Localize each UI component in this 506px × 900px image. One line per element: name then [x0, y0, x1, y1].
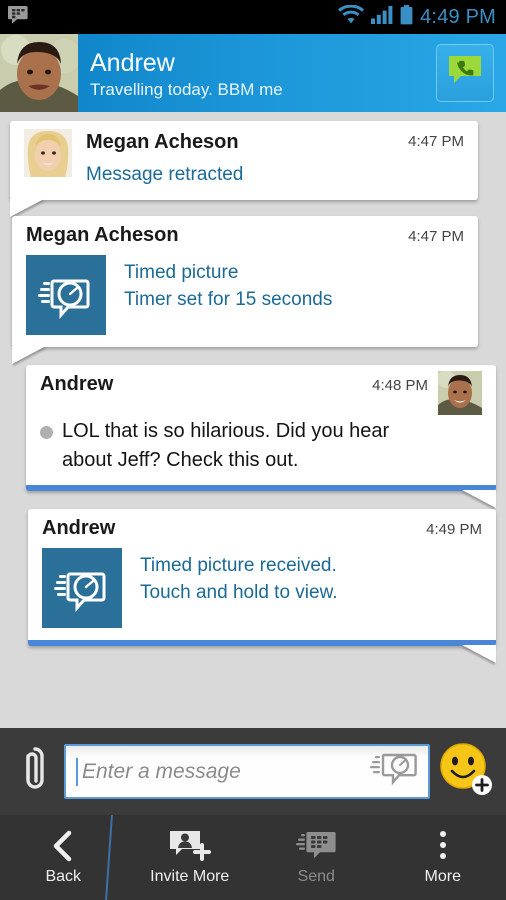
message-body: LOL that is so hilarious. Did you hear a… — [26, 415, 496, 485]
nav-item-invite-more[interactable]: Invite More — [127, 815, 254, 900]
message-bubble-outgoing[interactable]: Andrew 4:48 PM LOL that is so hilarious.… — [26, 365, 496, 508]
message-sender: Andrew — [40, 373, 114, 395]
message-compose-bar: Enter a message — [0, 728, 506, 815]
timed-picture-icon[interactable] — [42, 548, 122, 628]
contact-status-text: Travelling today. BBM me — [90, 80, 283, 99]
message-body[interactable]: Timed picture received. Touch and hold t… — [28, 540, 496, 640]
attach-button[interactable] — [12, 745, 58, 798]
nav-label: Invite More — [150, 868, 230, 885]
wifi-icon — [338, 4, 365, 29]
message-subtext: Timer set for 15 seconds — [124, 289, 333, 310]
chat-header[interactable]: Andrew Travelling today. BBM me — [0, 34, 506, 112]
message-timestamp: 4:48 PM — [372, 377, 428, 394]
message-timestamp: 4:47 PM — [408, 133, 464, 150]
chat-header-text: Andrew Travelling today. BBM me — [78, 34, 436, 112]
status-bar: 4:49 PM — [0, 0, 506, 34]
message-row: Andrew 4:48 PM LOL that is so hilarious.… — [0, 365, 506, 508]
voice-call-button[interactable] — [436, 44, 494, 102]
avatar[interactable] — [0, 34, 78, 112]
message-body[interactable]: Timed picture Timer set for 15 seconds — [12, 247, 478, 347]
bubble-tail — [10, 199, 44, 217]
status-bar-indicators: 4:49 PM — [338, 4, 496, 30]
bubble-tail — [462, 645, 496, 663]
bottom-action-bar: Back Invite More Send More — [0, 815, 506, 900]
message-subtext: Touch and hold to view. — [140, 582, 338, 603]
avatar — [438, 371, 482, 415]
message-sender: Andrew — [42, 517, 116, 539]
avatar — [24, 129, 72, 177]
message-timestamp: 4:49 PM — [426, 521, 482, 538]
message-bubble-outgoing[interactable]: Andrew 4:49 PM Timed picture received. T… — [28, 509, 496, 663]
message-text: LOL that is so hilarious. Did you hear a… — [62, 420, 390, 471]
bubble-tail — [12, 346, 46, 364]
message-bubble-incoming[interactable]: 4:47 PM Megan Acheson Message retracted — [10, 121, 478, 217]
message-sender: Megan Acheson — [26, 224, 179, 246]
nav-item-send[interactable]: Send — [253, 815, 380, 900]
delivery-status-dot — [40, 426, 53, 439]
message-header: Andrew 4:49 PM — [28, 509, 496, 540]
message-header: Andrew 4:48 PM — [26, 365, 496, 415]
message-input-field[interactable]: Enter a message — [64, 744, 430, 799]
cellular-signal-icon — [371, 5, 393, 29]
battery-icon — [400, 4, 413, 30]
message-bubble-incoming[interactable]: Megan Acheson 4:47 PM Timed picture Time… — [12, 216, 478, 364]
message-sender: Megan Acheson — [86, 131, 239, 153]
nav-label: Send — [297, 868, 335, 885]
bubble-tail — [462, 490, 496, 508]
message-header: Megan Acheson 4:47 PM — [12, 216, 478, 247]
text-cursor — [76, 757, 78, 786]
smiley-add-icon — [439, 742, 493, 801]
message-row: Andrew 4:49 PM Timed picture received. T… — [0, 509, 506, 663]
overflow-dots-icon — [436, 829, 450, 863]
emoticon-button[interactable] — [438, 742, 494, 801]
message-text: Timed picture received. — [140, 555, 337, 576]
chevron-left-icon — [48, 829, 78, 863]
nav-label: Back — [45, 868, 82, 885]
message-row: Megan Acheson 4:47 PM Timed picture Time… — [0, 216, 506, 364]
voice-call-icon — [448, 55, 482, 92]
paperclip-icon — [22, 745, 48, 798]
bbm-notification-icon — [7, 5, 30, 30]
message-input-placeholder: Enter a message — [82, 759, 241, 783]
bbm-send-icon — [294, 829, 338, 863]
timed-message-icon[interactable] — [364, 750, 420, 793]
message-row: 4:47 PM Megan Acheson Message retracted — [0, 121, 506, 217]
message-body: Message retracted — [10, 161, 478, 200]
status-bar-clock: 4:49 PM — [420, 5, 496, 28]
bbm-chat-screen: 4:49 PM Andrew Travelling today. BBM me — [0, 0, 506, 900]
nav-label: More — [424, 868, 461, 885]
message-text: Message retracted — [86, 164, 244, 185]
nav-item-more[interactable]: More — [380, 815, 506, 900]
invite-contact-icon — [168, 829, 212, 863]
status-bar-notifications — [7, 5, 30, 30]
timed-picture-text: Timed picture received. Touch and hold t… — [140, 548, 338, 628]
page-title: Andrew — [90, 49, 175, 77]
message-list[interactable]: 4:47 PM Megan Acheson Message retracted … — [0, 112, 506, 728]
timed-picture-icon[interactable] — [26, 255, 106, 335]
message-timestamp: 4:47 PM — [408, 228, 464, 245]
timed-picture-text: Timed picture Timer set for 15 seconds — [124, 255, 332, 335]
message-text: Timed picture — [124, 262, 239, 283]
